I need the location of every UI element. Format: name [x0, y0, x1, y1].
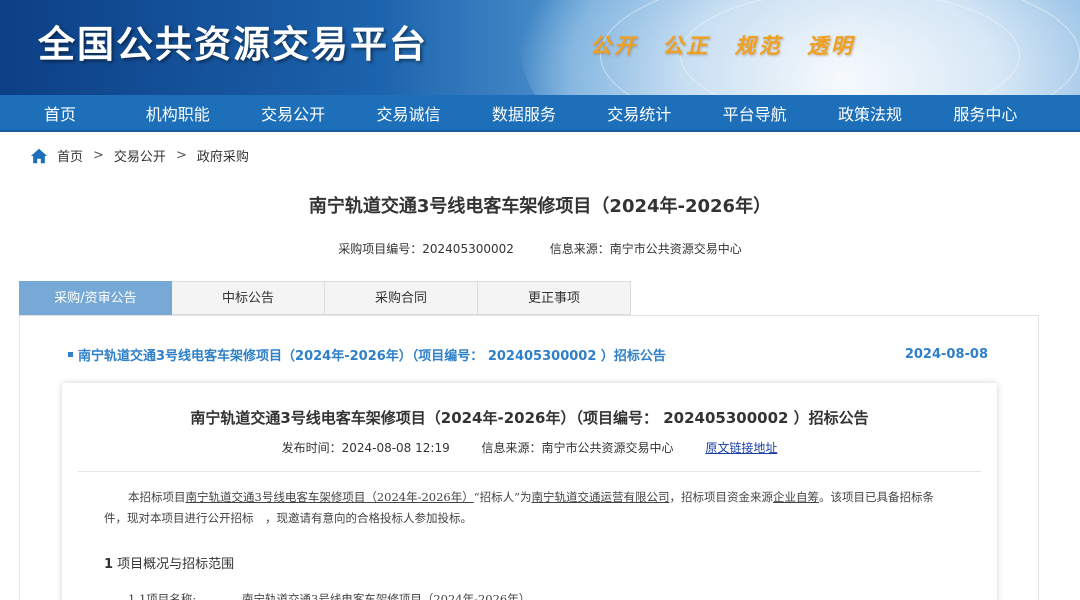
notice-date: 2024-08-08 [904, 347, 988, 362]
site-slogan: 公开 公正 规范 透明 [590, 30, 869, 60]
para-text: ，招标项目资金来源 [669, 490, 774, 504]
fund-source-underlined: 企业自筹 [773, 490, 819, 504]
slogan-word: 公正 [662, 33, 711, 58]
doc-publish-time: 发布时间：2024-08-08 12:19 [281, 441, 450, 455]
breadcrumb-separator: > [175, 148, 187, 163]
nav-item-organization[interactable]: 机构职能 [120, 101, 235, 125]
tenderer-underlined: 南宁轨道交通运营有限公司 [531, 490, 670, 504]
page-title: 南宁轨道交通3号线电客车架修项目（2024年-2026年） [308, 196, 772, 217]
project-source: 信息来源：南宁市公共资源交易中心 [549, 242, 742, 256]
section-title: 项目概况与招标范围 [113, 557, 235, 572]
item-key: 1.1项目名称: [128, 592, 197, 600]
nav-item-statistics[interactable]: 交易统计 [582, 101, 697, 125]
nav-item-policy[interactable]: 政策法规 [812, 101, 927, 125]
notice-list-item: 南宁轨道交通3号线电客车架修项目（2024年-2026年）（项目编号： 2024… [68, 345, 988, 364]
breadcrumb-separator: > [93, 148, 104, 163]
tab-award-notice[interactable]: 中标公告 [172, 281, 325, 315]
tab-contract[interactable]: 采购合同 [325, 281, 478, 315]
project-code: 采购项目编号：202405300002 [338, 242, 514, 256]
divider [78, 471, 981, 472]
tab-corrections[interactable]: 更正事项 [478, 281, 631, 315]
main-nav: 首页 机构职能 交易公开 交易诚信 数据服务 交易统计 平台导航 政策法规 服务… [0, 95, 1080, 132]
project-name-line: 1.1项目名称: 南宁轨道交通3号线电客车架修项目（2024年-2026年） [128, 591, 530, 600]
original-link[interactable]: 原文链接地址 [705, 441, 777, 455]
breadcrumb: 首页 > 交易公开 > 政府采购 [30, 146, 249, 165]
item-value: 南宁轨道交通3号线电客车架修项目（2024年-2026年） [242, 592, 531, 600]
slogan-word: 公开 [590, 33, 638, 58]
section-number: 1 [104, 557, 114, 572]
announcement-document: 南宁轨道交通3号线电客车架修项目（2024年-2026年）（项目编号： 2024… [62, 383, 997, 600]
doc-source: 信息来源：南宁市公共资源交易中心 [481, 441, 674, 455]
breadcrumb-trade-public[interactable]: 交易公开 [114, 146, 166, 165]
tab-procurement-notice[interactable]: 采购/资审公告 [19, 281, 172, 315]
doc-intro-paragraph: 本招标项目南宁轨道交通3号线电客车架修项目（2024年-2026年）“招标人”为… [104, 487, 954, 529]
slogan-word: 透明 [806, 33, 855, 58]
nav-item-trade-public[interactable]: 交易公开 [235, 101, 350, 125]
nav-item-trade-credit[interactable]: 交易诚信 [351, 101, 466, 125]
nav-item-data-service[interactable]: 数据服务 [466, 101, 581, 125]
nav-item-service-center[interactable]: 服务中心 [928, 101, 1043, 125]
notice-link-text[interactable]: 南宁轨道交通3号线电客车架修项目（2024年-2026年）（项目编号： 2024… [78, 345, 666, 364]
site-banner: 全国公共资源交易平台 公开 公正 规范 透明 [0, 0, 1080, 95]
content-panel: 南宁轨道交通3号线电客车架修项目（2024年-2026年）（项目编号： 2024… [19, 315, 1039, 600]
section-heading: 1 项目概况与招标范围 [104, 553, 234, 572]
para-text: “招标人”为 [473, 490, 532, 504]
breadcrumb-gov-procurement[interactable]: 政府采购 [197, 146, 249, 165]
breadcrumb-home[interactable]: 首页 [57, 146, 83, 165]
nav-item-platform-nav[interactable]: 平台导航 [697, 101, 812, 125]
doc-title: 南宁轨道交通3号线电客车架修项目（2024年-2026年）（项目编号： 2024… [190, 409, 869, 427]
bullet-icon [68, 352, 73, 357]
site-title[interactable]: 全国公共资源交易平台 [38, 14, 428, 68]
project-name-underlined: 南宁轨道交通3号线电客车架修项目（2024年-2026年） [185, 490, 474, 504]
slogan-word: 规范 [734, 33, 783, 58]
nav-item-home[interactable]: 首页 [0, 101, 120, 125]
notice-link[interactable]: 南宁轨道交通3号线电客车架修项目（2024年-2026年）（项目编号： 2024… [68, 345, 666, 364]
project-meta: 采购项目编号：202405300002 信息来源：南宁市公共资源交易中心 [0, 240, 1080, 257]
doc-meta: 发布时间：2024-08-08 12:19 信息来源：南宁市公共资源交易中心 原… [62, 439, 997, 456]
home-icon[interactable] [30, 147, 48, 165]
para-text: 本招标项目 [128, 490, 186, 504]
tab-bar: 采购/资审公告 中标公告 采购合同 更正事项 [19, 281, 631, 315]
